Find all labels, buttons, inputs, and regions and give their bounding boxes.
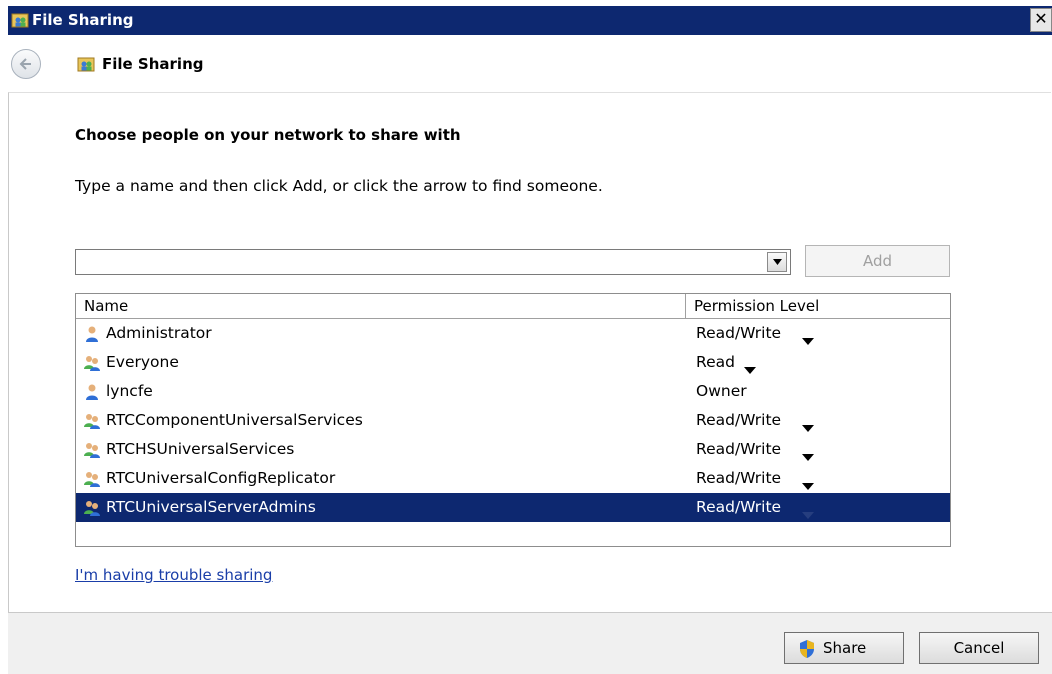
- column-header-permission-level[interactable]: Permission Level: [686, 294, 950, 318]
- file-sharing-icon: [77, 57, 95, 72]
- back-button[interactable]: [11, 49, 41, 79]
- list-item-name: Everyone: [106, 353, 179, 371]
- footer-bar: Share Cancel: [8, 612, 1052, 674]
- close-button[interactable]: ✕: [1030, 8, 1052, 32]
- group-icon: [83, 354, 101, 372]
- share-list: Name Permission Level Administrator Read/…: [75, 293, 951, 547]
- list-item[interactable]: Everyone Read: [76, 348, 950, 377]
- permission-level[interactable]: Read/Write: [696, 411, 781, 429]
- page-title: File Sharing: [102, 55, 204, 73]
- window-title: File Sharing: [32, 11, 134, 29]
- group-icon: [83, 412, 101, 430]
- navigation-bar: File Sharing: [8, 35, 1052, 92]
- cancel-button[interactable]: Cancel: [919, 632, 1039, 664]
- chevron-down-icon: [773, 259, 782, 265]
- column-header-name[interactable]: Name: [76, 294, 686, 318]
- share-button[interactable]: Share: [784, 632, 904, 664]
- group-icon: [83, 499, 101, 517]
- list-item-name: RTCHSUniversalServices: [106, 440, 295, 458]
- list-item-name: RTCUniversalServerAdmins: [106, 498, 316, 516]
- list-item[interactable]: RTCHSUniversalServices Read/Write: [76, 435, 950, 464]
- user-icon: [83, 383, 101, 401]
- list-item-name: RTCComponentUniversalServices: [106, 411, 363, 429]
- list-item[interactable]: Administrator Read/Write: [76, 319, 950, 348]
- section-heading: Choose people on your network to share w…: [75, 126, 461, 144]
- add-button[interactable]: Add: [805, 245, 950, 277]
- permission-level[interactable]: Read/Write: [696, 440, 781, 458]
- permission-dropdown-icon[interactable]: [744, 360, 756, 378]
- permission-level[interactable]: Read: [696, 353, 735, 371]
- list-item[interactable]: RTCUniversalServerAdmins Read/Write: [76, 493, 950, 522]
- list-item[interactable]: RTCComponentUniversalServices Read/Write: [76, 406, 950, 435]
- permission-dropdown-icon[interactable]: [802, 418, 814, 436]
- user-icon: [83, 325, 101, 343]
- uac-shield-icon: [800, 640, 814, 658]
- title-bar: File Sharing ✕: [8, 6, 1052, 35]
- instruction-text: Type a name and then click Add, or click…: [75, 177, 603, 195]
- list-item-name: Administrator: [106, 324, 212, 342]
- permission-level[interactable]: Read/Write: [696, 469, 781, 487]
- share-button-label: Share: [823, 639, 867, 657]
- permission-dropdown-icon[interactable]: [802, 476, 814, 494]
- file-sharing-window: File Sharing ✕ File Sharing Choose peopl…: [8, 6, 1052, 674]
- group-icon: [83, 470, 101, 488]
- permission-level[interactable]: Read/Write: [696, 324, 781, 342]
- permission-dropdown-icon[interactable]: [802, 447, 814, 465]
- list-item-name: lyncfe: [106, 382, 153, 400]
- trouble-sharing-link[interactable]: I'm having trouble sharing: [75, 566, 272, 584]
- file-sharing-icon: [11, 13, 29, 28]
- permission-level[interactable]: Read/Write: [696, 498, 781, 516]
- list-item-name: RTCUniversalConfigReplicator: [106, 469, 336, 487]
- group-icon: [83, 441, 101, 459]
- permission-dropdown-icon[interactable]: [802, 331, 814, 349]
- list-item[interactable]: RTCUniversalConfigReplicator Read/Write: [76, 464, 950, 493]
- find-people-dropdown-button[interactable]: [767, 252, 787, 272]
- name-input[interactable]: [80, 251, 744, 275]
- back-arrow-icon: [19, 58, 31, 70]
- list-item[interactable]: lyncfe Owner: [76, 377, 950, 406]
- list-header: Name Permission Level: [76, 294, 950, 319]
- permission-dropdown-icon[interactable]: [802, 505, 814, 523]
- name-combobox[interactable]: [75, 249, 791, 275]
- permission-level: Owner: [696, 382, 747, 400]
- content-area: Choose people on your network to share w…: [8, 92, 1051, 613]
